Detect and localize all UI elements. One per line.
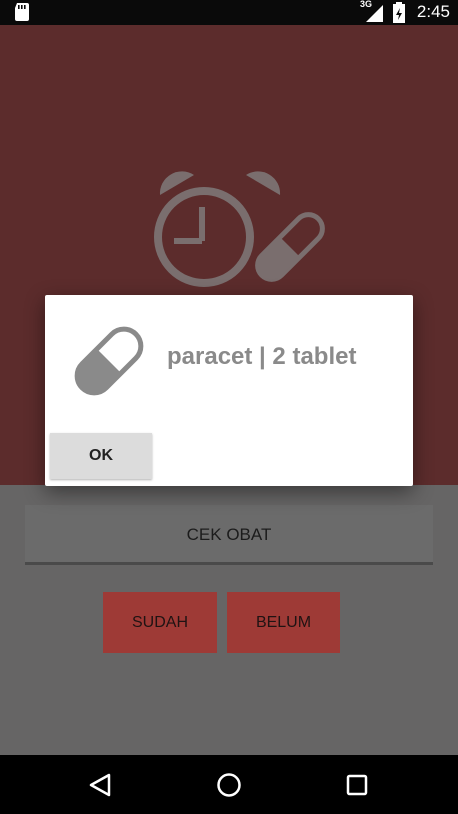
sudah-button[interactable]: SUDAH bbox=[103, 592, 217, 653]
navigation-bar bbox=[0, 755, 458, 814]
alarm-pill-illustration bbox=[154, 171, 325, 287]
capsule-icon bbox=[74, 326, 144, 396]
home-icon[interactable] bbox=[213, 769, 245, 801]
back-icon[interactable] bbox=[85, 769, 117, 801]
battery-icon bbox=[393, 2, 405, 23]
status-bar: 3G 2:45 bbox=[0, 0, 458, 25]
signal-icon bbox=[366, 5, 383, 22]
ok-button[interactable]: OK bbox=[50, 433, 152, 479]
medication-dialog: paracet | 2 tablet OK bbox=[45, 295, 413, 486]
status-clock: 2:45 bbox=[416, 2, 450, 21]
belum-button[interactable]: BELUM bbox=[227, 592, 340, 653]
sd-card-icon bbox=[15, 3, 29, 21]
app-content: CEK OBAT SUDAH BELUM bbox=[0, 485, 458, 755]
dialog-message: paracet | 2 tablet bbox=[167, 343, 357, 370]
cek-obat-button[interactable]: CEK OBAT bbox=[25, 505, 433, 565]
recents-icon[interactable] bbox=[341, 769, 373, 801]
capsule-icon bbox=[255, 212, 325, 282]
